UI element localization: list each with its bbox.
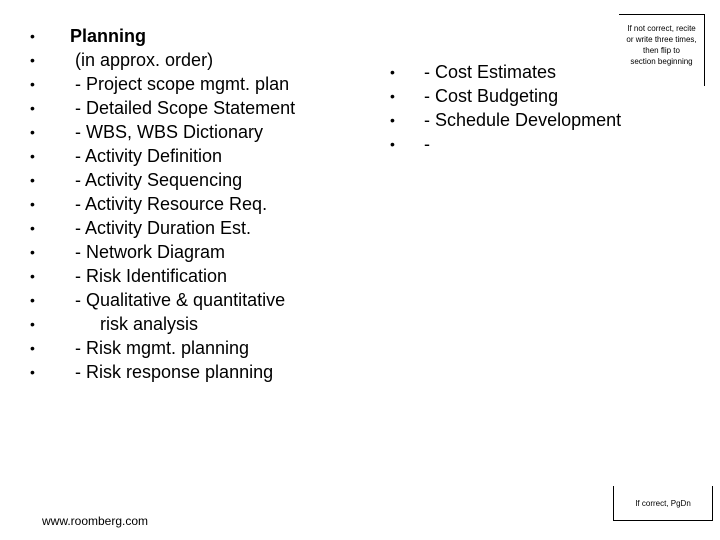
bullet-icon: • <box>30 148 35 164</box>
list-item-text: risk analysis <box>70 314 199 334</box>
footer-url: www.roomberg.com <box>42 514 149 528</box>
bullet-icon: • <box>390 64 395 80</box>
note-line: or write three times, <box>626 35 697 44</box>
bullet-icon: • <box>30 172 35 188</box>
bullet-icon: • <box>30 100 35 116</box>
correct-instruction-note: If correct, PgDn <box>613 486 713 521</box>
bullet-icon: • <box>30 316 35 332</box>
list-item-text: - Risk Identification <box>70 266 228 286</box>
list-item-text: - Activity Sequencing <box>70 170 243 190</box>
bullet-icon: • <box>30 52 35 68</box>
list-item-text: - Activity Resource Req. <box>70 194 268 214</box>
bullet-icon: • <box>30 28 35 44</box>
bullet-icon: • <box>30 268 35 284</box>
incorrect-instruction-note: If not correct, recite or write three ti… <box>619 14 705 86</box>
list-item-text: - Cost Estimates <box>424 62 557 82</box>
bullet-icon: • <box>30 76 35 92</box>
note-line: then flip to <box>643 46 680 55</box>
bullet-icon: • <box>390 136 395 152</box>
list-item-text: - Schedule Development <box>424 110 622 130</box>
bullet-icon: • <box>390 112 395 128</box>
list-item-text: - Cost Budgeting <box>424 86 559 106</box>
list-item-text: - Activity Duration Est. <box>70 218 252 238</box>
list-item-text: - <box>424 134 430 154</box>
bullet-icon: • <box>30 340 35 356</box>
bullet-icon: • <box>30 364 35 380</box>
bullet-icon: • <box>30 292 35 308</box>
list-heading: Planning <box>70 26 146 46</box>
list-item-text: - WBS, WBS Dictionary <box>70 122 264 142</box>
list-item-text: - Project scope mgmt. plan <box>70 74 290 94</box>
bullet-icon: • <box>30 244 35 260</box>
note-line: If not correct, recite <box>627 24 696 33</box>
bullet-icon: • <box>390 88 395 104</box>
list-item-text: - Activity Definition <box>70 146 223 166</box>
note-text: If correct, PgDn <box>635 499 691 508</box>
list-item-text: (in approx. order) <box>70 50 214 70</box>
list-item-text: - Detailed Scope Statement <box>70 98 296 118</box>
bullet-icon: • <box>30 124 35 140</box>
list-item-text: - Risk mgmt. planning <box>70 338 250 358</box>
list-item-text: - Network Diagram <box>70 242 226 262</box>
note-line: section beginning <box>630 57 693 66</box>
bullet-icon: • <box>30 220 35 236</box>
bullet-icon: • <box>30 196 35 212</box>
list-item-text: - Qualitative & quantitative <box>70 290 286 310</box>
list-item-text: - Risk response planning <box>70 362 274 382</box>
